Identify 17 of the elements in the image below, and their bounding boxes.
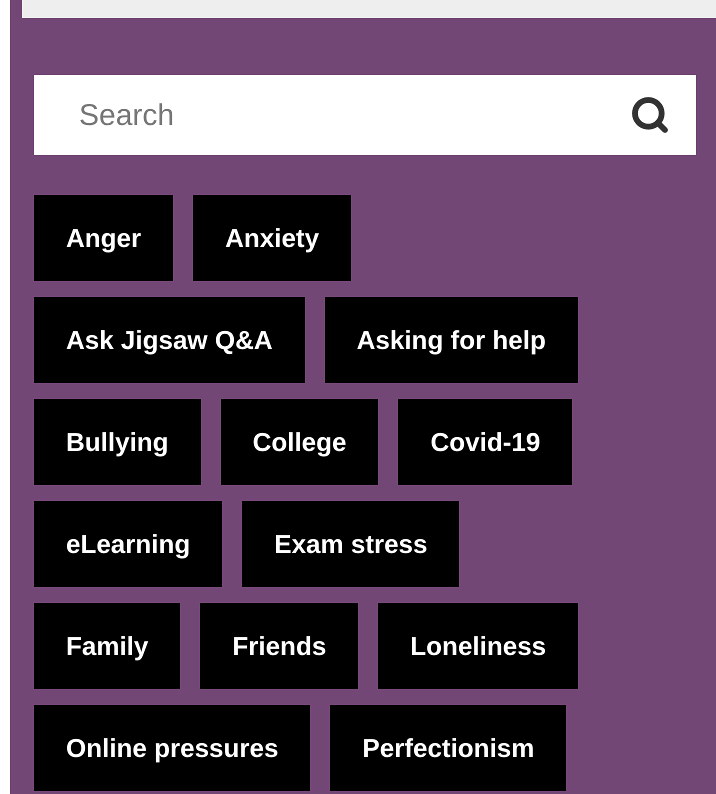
search-input[interactable]: Search [79,92,630,138]
tag-link[interactable]: Exam stress [242,501,460,587]
tag-link[interactable]: Family [34,603,180,689]
tag-link[interactable]: Anxiety [193,195,352,281]
tag-link[interactable]: Online pressures [34,705,310,791]
tag-link[interactable]: Asking for help [324,297,578,383]
search-field[interactable]: Search [34,75,696,155]
tag-link[interactable]: Covid-19 [398,399,572,485]
tag-link[interactable]: eLearning [34,501,222,587]
tag-link[interactable]: Perfectionism [330,705,566,791]
tag-link[interactable]: College [220,399,378,485]
tag-link[interactable]: Anger [34,195,174,281]
tag-link[interactable]: Friends [200,603,358,689]
tag-link[interactable]: Loneliness [378,603,578,689]
search-icon[interactable] [630,95,670,135]
tag-link[interactable]: Ask Jigsaw Q&A [34,297,305,383]
tag-link[interactable]: Bullying [34,399,201,485]
